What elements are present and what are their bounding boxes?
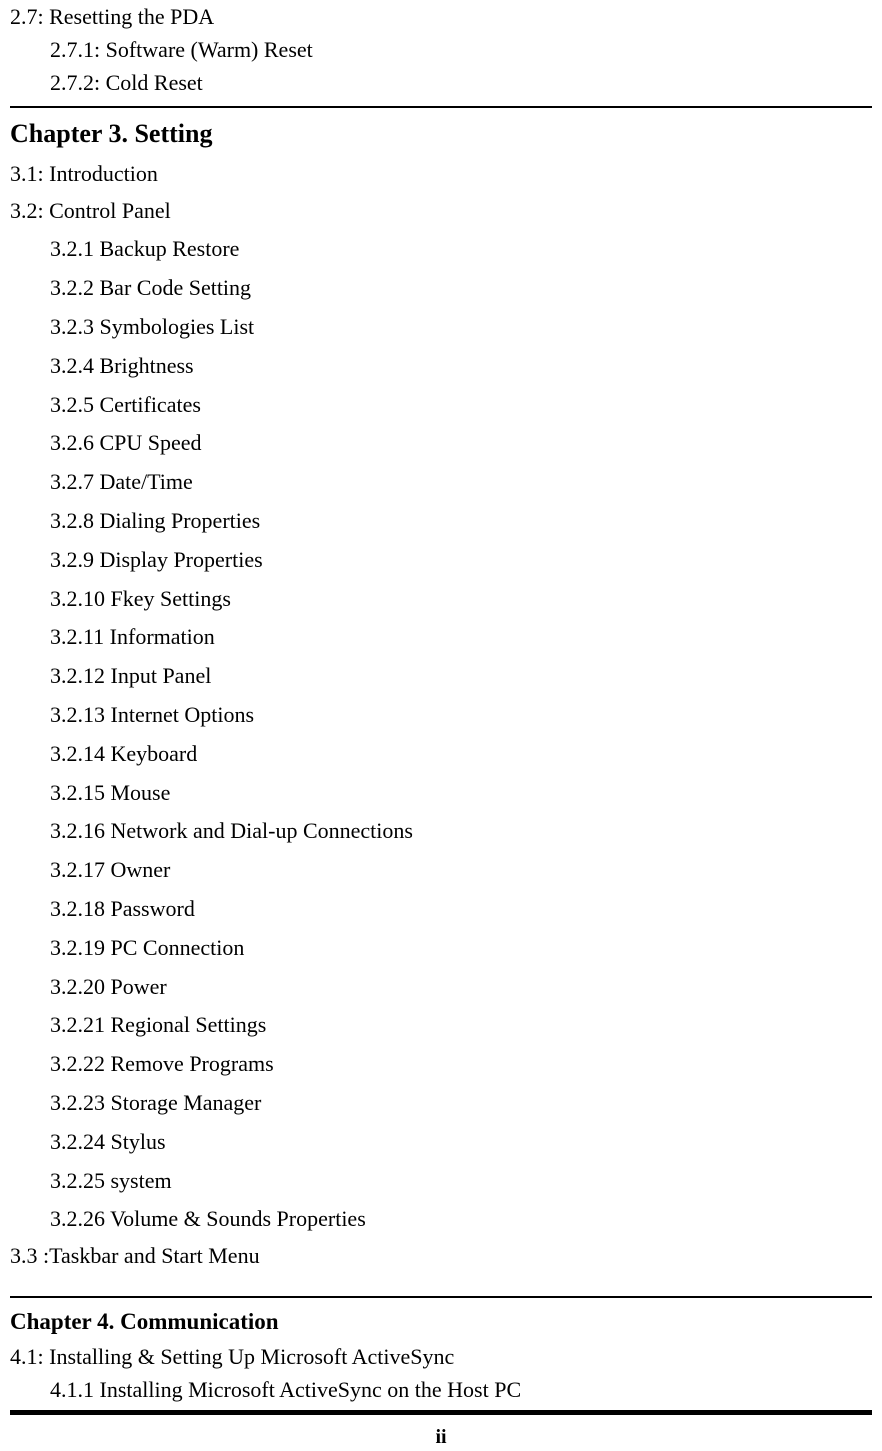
toc-entry: 3.2.12 Input Panel [50,661,872,692]
toc-entry: 3.2.8 Dialing Properties [50,506,872,537]
toc-entry: 3.2.15 Mouse [50,778,872,809]
divider [10,1296,872,1298]
toc-entry: 3.2.11 Information [50,622,872,653]
toc-entry: 3.2.20 Power [50,972,872,1003]
toc-entry: 3.2.26 Volume & Sounds Properties [50,1204,872,1235]
toc-entry: 3.2.17 Owner [50,855,872,886]
toc-entry: 3.2.23 Storage Manager [50,1088,872,1119]
toc-entry: 3.2.14 Keyboard [50,739,872,770]
toc-entry: 3.2.24 Stylus [50,1127,872,1158]
toc-entry: 3.2.1 Backup Restore [50,234,872,265]
toc-entry: 3.2.4 Brightness [50,351,872,382]
page-number: ii [10,1423,872,1451]
toc-entry: 2.7.1: Software (Warm) Reset [50,35,872,66]
toc-entry: 3.1: Introduction [10,159,872,190]
toc-entry: 3.2.6 CPU Speed [50,428,872,459]
toc-entry: 3.2.9 Display Properties [50,545,872,576]
toc-entry: 3.2.18 Password [50,894,872,925]
toc-entry: 3.2.5 Certificates [50,390,872,421]
toc-entry: 3.2.10 Fkey Settings [50,584,872,615]
toc-entry: 3.2: Control Panel [10,196,872,227]
divider [10,106,872,108]
toc-entry: 3.2.3 Symbologies List [50,312,872,343]
toc-entry: 3.2.13 Internet Options [50,700,872,731]
toc-entry: 2.7: Resetting the PDA [10,2,872,33]
spacer [10,1276,872,1288]
toc-entry: 4.1: Installing & Setting Up Microsoft A… [10,1342,872,1373]
toc-entry: 3.3 :Taskbar and Start Menu [10,1241,872,1272]
toc-entry: 3.2.2 Bar Code Setting [50,273,872,304]
toc-entry: 3.2.7 Date/Time [50,467,872,498]
toc-entry: 3.2.22 Remove Programs [50,1049,872,1080]
toc-entry: 3.2.16 Network and Dial-up Connections [50,816,872,847]
toc-page: 2.7: Resetting the PDA 2.7.1: Software (… [0,2,882,1451]
chapter-heading: Chapter 3. Setting [10,116,872,152]
chapter-heading: Chapter 4. Communication [10,1306,872,1338]
toc-entry: 3.2.25 system [50,1166,872,1197]
toc-entry: 3.2.21 Regional Settings [50,1010,872,1041]
toc-entry: 2.7.2: Cold Reset [50,68,872,99]
divider-thick [10,1410,872,1415]
toc-entry: 4.1.1 Installing Microsoft ActiveSync on… [50,1375,872,1406]
toc-entry: 3.2.19 PC Connection [50,933,872,964]
